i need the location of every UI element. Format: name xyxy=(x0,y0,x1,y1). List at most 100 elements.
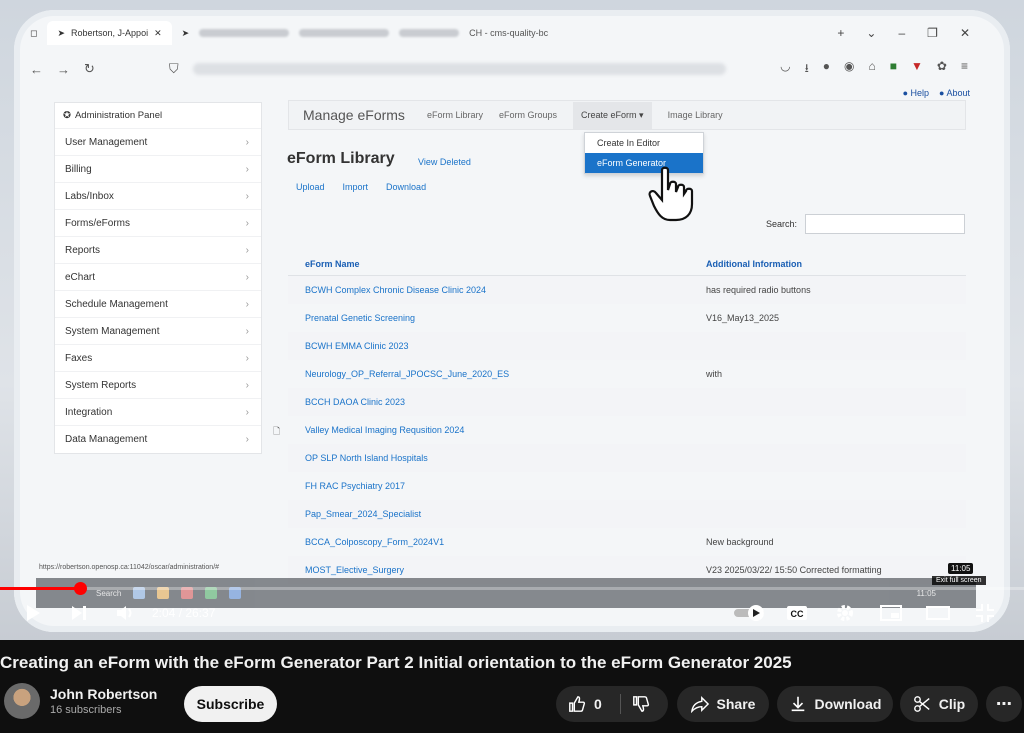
eform-link[interactable]: FH RAC Psychiatry 2017 xyxy=(288,481,706,491)
new-tab-icon[interactable]: + xyxy=(837,26,844,40)
thumbs-down-icon xyxy=(633,696,650,712)
nav-eform-library[interactable]: eForm Library xyxy=(427,110,483,120)
tab-favicon: ➤ xyxy=(57,27,66,38)
import-link[interactable]: Import xyxy=(343,182,369,192)
next-icon[interactable] xyxy=(64,596,94,630)
eform-link[interactable]: BCCH DAOA Clinic 2023 xyxy=(288,397,706,407)
eform-link[interactable]: Pap_Smear_2024_Specialist xyxy=(288,509,706,519)
eform-link[interactable]: BCCA_Colposcopy_Form_2024V1 xyxy=(288,537,706,547)
scrubber-handle[interactable] xyxy=(73,582,87,595)
sidebar-item-user-management[interactable]: User Management › xyxy=(55,128,261,155)
sidebar-item-labs-inbox[interactable]: Labs/Inbox › xyxy=(55,182,261,209)
clip-button[interactable]: Clip xyxy=(900,686,978,722)
share-button[interactable]: Share xyxy=(677,686,769,722)
download-icon[interactable]: ⭳ xyxy=(805,59,809,80)
nav-image-library[interactable]: Image Library xyxy=(668,110,723,120)
extension-icon[interactable]: ◉ xyxy=(844,59,854,80)
extension-icon[interactable]: ■ xyxy=(890,59,897,80)
reload-icon[interactable]: ↻ xyxy=(84,61,95,77)
shield-icon[interactable]: ⛉ xyxy=(169,61,179,77)
menu-icon[interactable]: ≡ xyxy=(961,59,968,80)
search-input[interactable] xyxy=(805,214,965,234)
view-deleted-link[interactable]: View Deleted xyxy=(418,157,471,167)
eform-info: V23 2025/03/22/ 15:50 Corrected formatti… xyxy=(706,565,882,575)
table-row: BCWH Complex Chronic Disease Clinic 2024… xyxy=(288,276,966,304)
chevron-right-icon: › xyxy=(245,325,249,337)
sidebar-header: ✪ Administration Panel xyxy=(63,110,163,121)
progress-bar[interactable] xyxy=(0,587,1024,590)
navbar-brand[interactable]: Manage eForms xyxy=(303,107,405,123)
channel-name[interactable]: John Robertson xyxy=(50,686,157,702)
eform-link[interactable]: BCWH EMMA Clinic 2023 xyxy=(288,341,706,351)
menu-item-create-in-editor[interactable]: Create In Editor xyxy=(585,133,703,153)
subscribe-button[interactable]: Subscribe xyxy=(184,686,277,722)
sidebar-item-system-reports[interactable]: System Reports › xyxy=(55,371,261,398)
close-window-icon[interactable]: ✕ xyxy=(960,26,970,40)
eform-link[interactable]: Neurology_OP_Referral_JPOCSC_June_2020_E… xyxy=(288,369,706,379)
autoplay-toggle[interactable] xyxy=(730,596,770,630)
extension-icon[interactable]: ▼ xyxy=(911,59,923,80)
chevron-right-icon: › xyxy=(245,244,249,256)
volume-icon[interactable] xyxy=(110,596,140,630)
minimize-icon[interactable]: – xyxy=(898,26,905,40)
sidebar-item-reports[interactable]: Reports › xyxy=(55,236,261,263)
blurred-tab xyxy=(399,29,460,37)
chevron-right-icon: › xyxy=(245,190,249,202)
like-dislike-group: 0 xyxy=(556,686,668,722)
miniplayer-icon[interactable] xyxy=(878,596,904,630)
about-link[interactable]: ● About xyxy=(939,88,970,98)
sidebar-item-faxes[interactable]: Faxes › xyxy=(55,344,261,371)
download-button[interactable]: Download xyxy=(777,686,893,722)
chevron-down-icon[interactable]: ⌄ xyxy=(866,26,876,40)
play-icon[interactable] xyxy=(18,596,48,630)
nav-eform-groups[interactable]: eForm Groups xyxy=(499,110,557,120)
more-actions-button[interactable]: ⋯ xyxy=(986,686,1022,722)
sidebar-item-integration[interactable]: Integration › xyxy=(55,398,261,425)
restore-icon[interactable]: ❐ xyxy=(927,26,938,40)
sidebar-item-echart[interactable]: eChart › xyxy=(55,263,261,290)
like-button[interactable]: 0 xyxy=(568,695,602,713)
chevron-right-icon: › xyxy=(245,163,249,175)
forward-icon[interactable]: → xyxy=(57,62,70,77)
divider xyxy=(620,694,621,714)
eform-link[interactable]: OP SLP North Island Hospitals xyxy=(288,453,706,463)
search-label: Search: xyxy=(766,219,798,229)
close-icon[interactable]: ✕ xyxy=(154,28,162,39)
pocket-icon[interactable]: ◡ xyxy=(780,59,790,80)
eform-link[interactable]: Prenatal Genetic Screening xyxy=(288,313,706,323)
nav-create-eform[interactable]: Create eForm ▾ xyxy=(572,101,652,129)
column-header-info[interactable]: Additional Information xyxy=(706,259,966,269)
extension-icon[interactable]: ● xyxy=(823,59,830,80)
help-link[interactable]: ● Help xyxy=(903,88,929,98)
extension-icon[interactable]: ⌂ xyxy=(869,59,876,80)
sidebar-item-data-management[interactable]: Data Management › xyxy=(55,425,261,452)
table-header: eForm Name Additional Information xyxy=(288,252,966,276)
settings-icon[interactable] xyxy=(832,596,858,630)
captions-icon[interactable]: CC xyxy=(784,596,810,630)
avatar[interactable] xyxy=(4,683,40,719)
download-link[interactable]: Download xyxy=(386,182,426,192)
browser-tab[interactable]: ➤ Robertson, J-Appoi ✕ xyxy=(47,21,172,45)
table-row: OP SLP North Island Hospitals xyxy=(288,444,966,472)
eform-info: New background xyxy=(706,537,774,547)
upload-link[interactable]: Upload xyxy=(296,182,325,192)
sidebar-item-billing[interactable]: Billing › xyxy=(55,155,261,182)
back-icon[interactable]: ← xyxy=(30,62,43,77)
column-header-name[interactable]: eForm Name xyxy=(288,259,706,269)
caret-down-icon: ▾ xyxy=(639,109,644,120)
video-player[interactable]: ◻ ➤ Robertson, J-Appoi ✕ ➤ CH - cms-qual… xyxy=(0,0,1024,640)
sidebar-item-forms-eforms[interactable]: Forms/eForms › xyxy=(55,209,261,236)
eform-link[interactable]: MOST_Elective_Surgery xyxy=(288,565,706,575)
eform-link[interactable]: 🗋 Valley Medical Imaging Requsition 2024 xyxy=(273,425,706,436)
table-row: BCCH DAOA Clinic 2023 xyxy=(288,388,966,416)
dislike-button[interactable] xyxy=(632,695,650,713)
fullscreen-exit-icon[interactable] xyxy=(972,596,998,630)
sidebar-item-schedule-management[interactable]: Schedule Management › xyxy=(55,290,261,317)
address-bar[interactable] xyxy=(192,63,727,75)
chevron-right-icon: › xyxy=(245,271,249,283)
extension-icon[interactable]: ✿ xyxy=(937,59,947,80)
chevron-right-icon: › xyxy=(245,433,249,445)
eform-link[interactable]: BCWH Complex Chronic Disease Clinic 2024 xyxy=(288,285,706,295)
theater-mode-icon[interactable] xyxy=(925,596,951,630)
sidebar-item-system-management[interactable]: System Management › xyxy=(55,317,261,344)
